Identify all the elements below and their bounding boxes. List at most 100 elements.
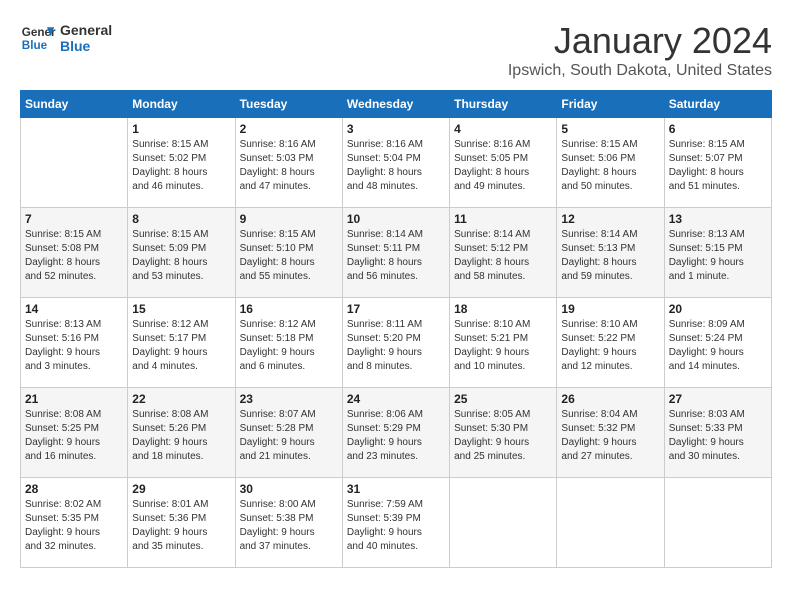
calendar-cell: 30Sunrise: 8:00 AMSunset: 5:38 PMDayligh…	[235, 478, 342, 568]
calendar-cell: 11 Sunrise: 8:14 AMSunset: 5:12 PMDayligh…	[450, 208, 557, 298]
day-info: Sunrise: 8:13 AMSunset: 5:16 PMDaylight:…	[25, 318, 123, 374]
day-number: 15	[132, 302, 230, 316]
calendar-cell: 4 Sunrise: 8:16 AMSunset: 5:05 PMDaylight…	[450, 118, 557, 208]
logo: General Blue General Blue	[20, 20, 112, 56]
calendar-cell: 19 Sunrise: 8:10 AMSunset: 5:22 PMDayligh…	[557, 298, 664, 388]
header-cell-friday: Friday	[557, 91, 664, 118]
day-info: Sunrise: 8:15 AMSunset: 5:10 PMDaylight:…	[240, 228, 338, 284]
svg-text:Blue: Blue	[22, 39, 48, 52]
calendar-cell: 27Sunrise: 8:03 AMSunset: 5:33 PMDayligh…	[664, 388, 771, 478]
calendar-cell: 3 Sunrise: 8:16 AMSunset: 5:04 PMDaylight…	[342, 118, 449, 208]
calendar-subtitle: Ipswich, South Dakota, United States	[508, 62, 772, 80]
calendar-week-2: 7 Sunrise: 8:15 AMSunset: 5:08 PMDaylight…	[21, 208, 772, 298]
day-info: Sunrise: 8:14 AMSunset: 5:12 PMDaylight:…	[454, 228, 552, 284]
day-number: 4	[454, 122, 552, 136]
day-info: Sunrise: 8:15 AMSunset: 5:02 PMDaylight:…	[132, 138, 230, 194]
day-info: Sunrise: 8:15 AMSunset: 5:09 PMDaylight:…	[132, 228, 230, 284]
day-number: 26	[561, 392, 659, 406]
header-cell-monday: Monday	[128, 91, 235, 118]
calendar-cell: 20 Sunrise: 8:09 AMSunset: 5:24 PMDayligh…	[664, 298, 771, 388]
day-number: 5	[561, 122, 659, 136]
logo-line1: General	[60, 22, 112, 38]
day-number: 14	[25, 302, 123, 316]
day-info: Sunrise: 8:16 AMSunset: 5:05 PMDaylight:…	[454, 138, 552, 194]
day-info: Sunrise: 7:59 AMSunset: 5:39 PMDaylight:…	[347, 498, 445, 554]
logo-icon: General Blue	[20, 20, 56, 56]
day-info: Sunrise: 8:06 AMSunset: 5:29 PMDaylight:…	[347, 408, 445, 464]
day-number: 2	[240, 122, 338, 136]
day-number: 12	[561, 212, 659, 226]
day-number: 16	[240, 302, 338, 316]
day-number: 28	[25, 482, 123, 496]
calendar-cell: 18Sunrise: 8:10 AMSunset: 5:21 PMDayligh…	[450, 298, 557, 388]
logo-line2: Blue	[60, 38, 112, 54]
calendar-cell: 15 Sunrise: 8:12 AMSunset: 5:17 PMDayligh…	[128, 298, 235, 388]
day-info: Sunrise: 8:13 AMSunset: 5:15 PMDaylight:…	[669, 228, 767, 284]
day-number: 19	[561, 302, 659, 316]
calendar-cell: 9 Sunrise: 8:15 AMSunset: 5:10 PMDaylight…	[235, 208, 342, 298]
header-cell-thursday: Thursday	[450, 91, 557, 118]
day-info: Sunrise: 8:07 AMSunset: 5:28 PMDaylight:…	[240, 408, 338, 464]
calendar-cell: 22 Sunrise: 8:08 AMSunset: 5:26 PMDayligh…	[128, 388, 235, 478]
day-number: 9	[240, 212, 338, 226]
calendar-cell: 6Sunrise: 8:15 AMSunset: 5:07 PMDaylight…	[664, 118, 771, 208]
day-number: 17	[347, 302, 445, 316]
day-number: 23	[240, 392, 338, 406]
header: General Blue General Blue January 2024 I…	[20, 20, 772, 80]
day-info: Sunrise: 8:09 AMSunset: 5:24 PMDaylight:…	[669, 318, 767, 374]
calendar-cell	[21, 118, 128, 208]
day-info: Sunrise: 8:08 AMSunset: 5:25 PMDaylight:…	[25, 408, 123, 464]
day-info: Sunrise: 8:08 AMSunset: 5:26 PMDaylight:…	[132, 408, 230, 464]
day-number: 11	[454, 212, 552, 226]
calendar-cell: 24Sunrise: 8:06 AMSunset: 5:29 PMDayligh…	[342, 388, 449, 478]
calendar-cell: 5Sunrise: 8:15 AMSunset: 5:06 PMDaylight…	[557, 118, 664, 208]
day-number: 3	[347, 122, 445, 136]
calendar-week-1: 1Sunrise: 8:15 AMSunset: 5:02 PMDaylight…	[21, 118, 772, 208]
title-area: January 2024 Ipswich, South Dakota, Unit…	[508, 20, 772, 80]
calendar-title: January 2024	[508, 20, 772, 62]
day-number: 27	[669, 392, 767, 406]
calendar-cell: 25Sunrise: 8:05 AMSunset: 5:30 PMDayligh…	[450, 388, 557, 478]
calendar-cell: 23 Sunrise: 8:07 AMSunset: 5:28 PMDayligh…	[235, 388, 342, 478]
calendar-week-5: 28Sunrise: 8:02 AMSunset: 5:35 PMDayligh…	[21, 478, 772, 568]
day-info: Sunrise: 8:10 AMSunset: 5:22 PMDaylight:…	[561, 318, 659, 374]
calendar-cell	[450, 478, 557, 568]
day-info: Sunrise: 8:12 AMSunset: 5:17 PMDaylight:…	[132, 318, 230, 374]
header-cell-sunday: Sunday	[21, 91, 128, 118]
calendar-cell: 29 Sunrise: 8:01 AMSunset: 5:36 PMDayligh…	[128, 478, 235, 568]
day-number: 13	[669, 212, 767, 226]
day-number: 30	[240, 482, 338, 496]
calendar-cell: 28Sunrise: 8:02 AMSunset: 5:35 PMDayligh…	[21, 478, 128, 568]
day-number: 7	[25, 212, 123, 226]
day-info: Sunrise: 8:10 AMSunset: 5:21 PMDaylight:…	[454, 318, 552, 374]
day-number: 8	[132, 212, 230, 226]
calendar-header-row: SundayMondayTuesdayWednesdayThursdayFrid…	[21, 91, 772, 118]
calendar-cell: 17 Sunrise: 8:11 AMSunset: 5:20 PMDayligh…	[342, 298, 449, 388]
calendar-cell	[557, 478, 664, 568]
day-number: 22	[132, 392, 230, 406]
day-number: 20	[669, 302, 767, 316]
day-info: Sunrise: 8:15 AMSunset: 5:07 PMDaylight:…	[669, 138, 767, 194]
day-info: Sunrise: 8:04 AMSunset: 5:32 PMDaylight:…	[561, 408, 659, 464]
calendar-cell: 26 Sunrise: 8:04 AMSunset: 5:32 PMDayligh…	[557, 388, 664, 478]
day-info: Sunrise: 8:14 AMSunset: 5:11 PMDaylight:…	[347, 228, 445, 284]
day-info: Sunrise: 8:12 AMSunset: 5:18 PMDaylight:…	[240, 318, 338, 374]
header-cell-saturday: Saturday	[664, 91, 771, 118]
calendar-cell: 13 Sunrise: 8:13 AMSunset: 5:15 PMDayligh…	[664, 208, 771, 298]
calendar-cell: 8 Sunrise: 8:15 AMSunset: 5:09 PMDaylight…	[128, 208, 235, 298]
calendar-cell: 12Sunrise: 8:14 AMSunset: 5:13 PMDayligh…	[557, 208, 664, 298]
day-info: Sunrise: 8:01 AMSunset: 5:36 PMDaylight:…	[132, 498, 230, 554]
day-info: Sunrise: 8:16 AMSunset: 5:04 PMDaylight:…	[347, 138, 445, 194]
calendar-cell: 14 Sunrise: 8:13 AMSunset: 5:16 PMDayligh…	[21, 298, 128, 388]
day-number: 10	[347, 212, 445, 226]
calendar-cell: 7 Sunrise: 8:15 AMSunset: 5:08 PMDaylight…	[21, 208, 128, 298]
header-cell-wednesday: Wednesday	[342, 91, 449, 118]
calendar-cell: 21Sunrise: 8:08 AMSunset: 5:25 PMDayligh…	[21, 388, 128, 478]
day-number: 29	[132, 482, 230, 496]
day-info: Sunrise: 8:15 AMSunset: 5:08 PMDaylight:…	[25, 228, 123, 284]
day-info: Sunrise: 8:11 AMSunset: 5:20 PMDaylight:…	[347, 318, 445, 374]
calendar-cell: 10 Sunrise: 8:14 AMSunset: 5:11 PMDayligh…	[342, 208, 449, 298]
day-number: 31	[347, 482, 445, 496]
header-cell-tuesday: Tuesday	[235, 91, 342, 118]
calendar-table: SundayMondayTuesdayWednesdayThursdayFrid…	[20, 90, 772, 568]
